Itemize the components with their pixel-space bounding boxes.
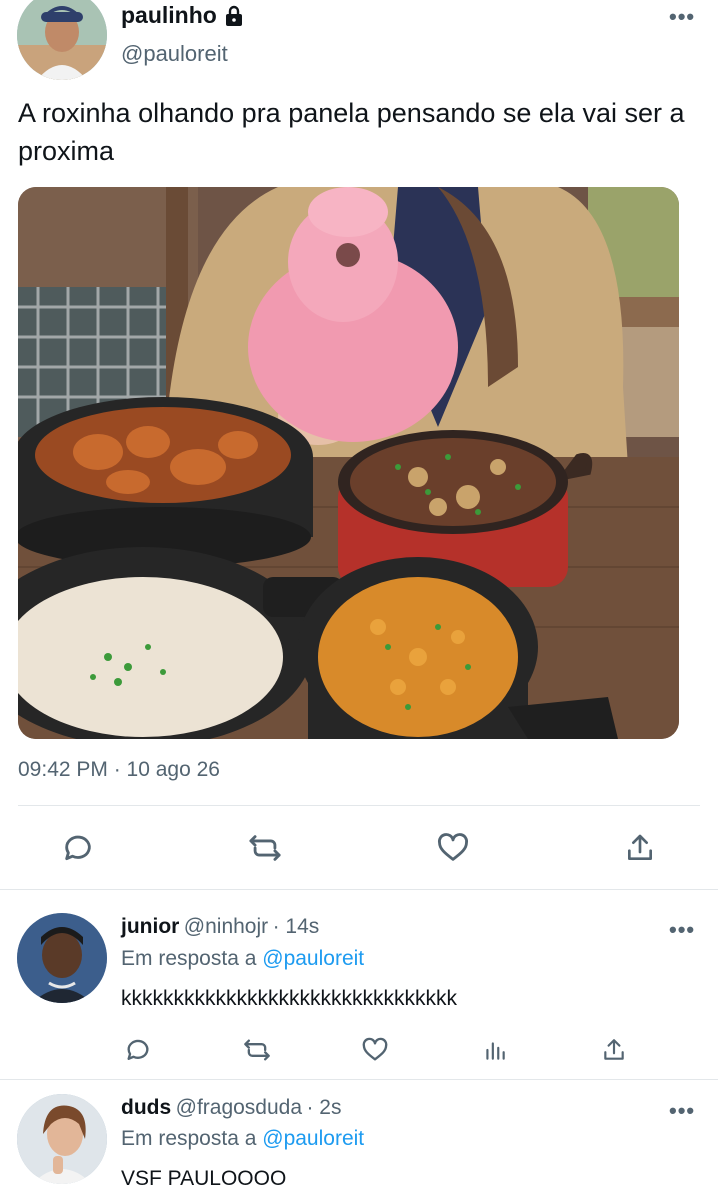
tweet-text: A roxinha olhando pra panela pensando se… — [18, 98, 685, 166]
lock-icon — [223, 5, 245, 27]
reply-display-name[interactable]: duds — [121, 1096, 171, 1119]
author-display-name[interactable]: paulinho — [121, 2, 217, 29]
share-button[interactable] — [620, 828, 660, 868]
like-button[interactable] — [358, 1034, 392, 1066]
more-options-button[interactable]: ••• — [669, 917, 695, 943]
replying-to-label: Em resposta a — [121, 1127, 257, 1150]
reply-display-name[interactable]: junior — [121, 915, 179, 938]
reply-icon — [124, 1036, 152, 1064]
reply-handle[interactable]: @ninhojr — [184, 915, 268, 938]
heart-icon — [360, 1036, 390, 1064]
retweet-icon — [241, 1036, 273, 1064]
like-button[interactable] — [432, 828, 474, 868]
analytics-button[interactable] — [479, 1034, 511, 1066]
replying-to: Em resposta a @pauloreit — [121, 1127, 364, 1151]
replying-to: Em resposta a @pauloreit — [121, 947, 364, 971]
tweet-timestamp[interactable]: 09:42 PM · 10 ago 26 — [18, 758, 220, 782]
retweet-icon — [246, 831, 284, 865]
reply-button[interactable] — [58, 828, 98, 868]
retweet-button[interactable] — [244, 828, 286, 868]
reply-button[interactable] — [122, 1034, 154, 1066]
reply-avatar[interactable] — [17, 1094, 107, 1184]
reply-icon — [61, 831, 95, 865]
replying-to-label: Em resposta a — [121, 947, 257, 970]
share-button[interactable] — [598, 1034, 630, 1066]
replying-to-mention[interactable]: @pauloreit — [262, 947, 364, 970]
retweet-button[interactable] — [240, 1034, 274, 1066]
reply-handle[interactable]: @fragosduda — [176, 1096, 302, 1119]
tweet-photo[interactable] — [18, 187, 679, 739]
author-avatar[interactable] — [17, 0, 107, 80]
more-options-button[interactable]: ••• — [669, 1098, 695, 1124]
reply-time[interactable]: · 14s — [273, 915, 320, 938]
reply-text: VSF PAULOOOO — [121, 1167, 287, 1190]
share-icon — [601, 1036, 627, 1064]
divider — [18, 805, 700, 806]
author-handle[interactable]: @pauloreit — [121, 41, 228, 67]
heart-icon — [435, 831, 471, 865]
share-icon — [624, 831, 656, 865]
reply-text: kkkkkkkkkkkkkkkkkkkkkkkkkkkkkkkk — [121, 987, 457, 1010]
replying-to-mention[interactable]: @pauloreit — [262, 1127, 364, 1150]
divider — [0, 1079, 718, 1080]
reply-time[interactable]: · 2s — [306, 1096, 341, 1119]
reply-avatar[interactable] — [17, 913, 107, 1003]
analytics-icon — [482, 1036, 508, 1064]
divider — [0, 889, 718, 890]
more-options-button[interactable]: ••• — [669, 4, 695, 30]
